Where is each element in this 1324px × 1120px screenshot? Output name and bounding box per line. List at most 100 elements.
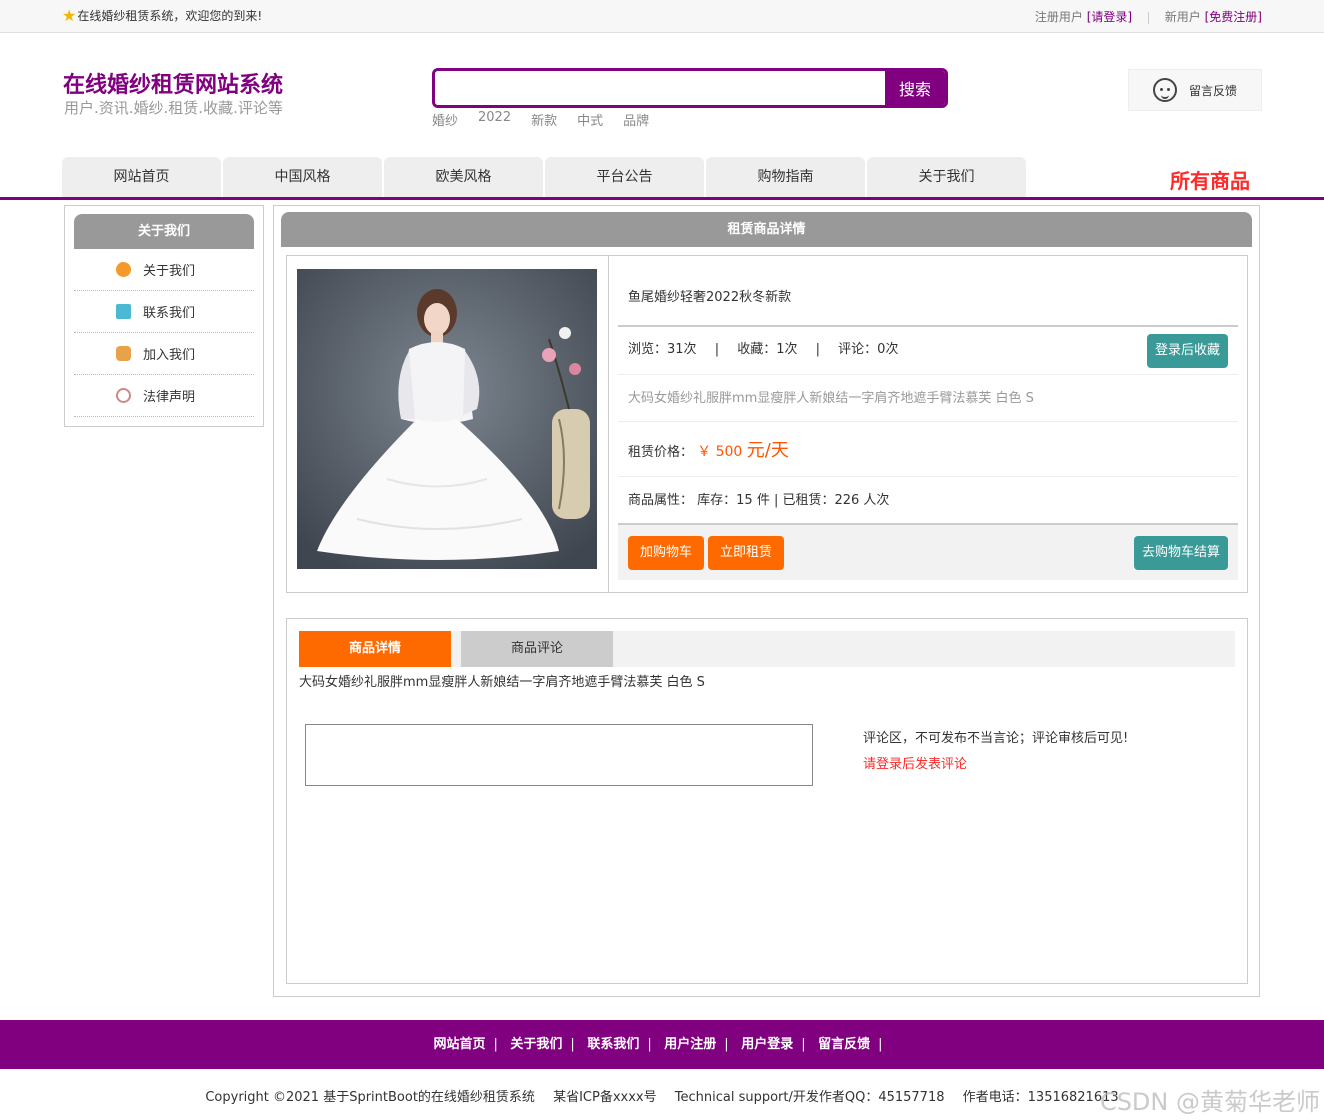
hot-keyword[interactable]: 中式 <box>577 110 603 129</box>
footer-separator: | <box>493 1037 498 1052</box>
sidebar-item-label: 法律声明 <box>143 390 196 405</box>
nav-item-about-us[interactable]: 关于我们 <box>867 157 1026 197</box>
top-bar: ★ 在线婚纱租赁系统，欢迎您的到来! 注册用户 [请登录] 新用户 [免费注册] <box>0 0 1324 33</box>
collect-button[interactable]: 登录后收藏 <box>1147 334 1228 368</box>
price-value: 500 <box>715 444 743 460</box>
price-unit: 元/天 <box>746 440 789 461</box>
feedback-label: 留言反馈 <box>1188 83 1237 98</box>
sidebar: 关于我们 关于我们 联系我们 加入我们 法律声明 <box>64 205 264 427</box>
new-user-label: 新用户 <box>1164 10 1201 24</box>
nav-item-western-style[interactable]: 欧美风格 <box>384 157 543 197</box>
footer-separator: | <box>570 1037 575 1052</box>
search-bar: 搜索 <box>432 68 948 108</box>
product-description: 大码女婚纱礼服胖mm显瘦胖人新娘结一字肩齐地遮手臂法慕芙 白色 S <box>628 391 1034 406</box>
hot-keyword[interactable]: 新款 <box>531 110 557 129</box>
product-stats-row: 浏览：31次 | 收藏：1次 | 评论：0次 登录后收藏 <box>618 327 1238 375</box>
power-icon <box>116 388 131 403</box>
info-icon <box>116 262 131 277</box>
detail-tabs-panel: 商品详情 商品评论 大码女婚纱礼服胖mm显瘦胖人新娘结一字肩齐地遮手臂法慕芙 白… <box>286 618 1248 984</box>
customer-service-icon <box>1152 78 1177 102</box>
sidebar-item-join[interactable]: 加入我们 <box>74 333 254 375</box>
hot-keyword[interactable]: 2022 <box>478 110 511 129</box>
footer-separator: | <box>647 1037 652 1052</box>
search-input[interactable] <box>435 71 885 105</box>
support-info: Technical support/开发作者QQ：45157718 <box>674 1090 945 1105</box>
login-link[interactable]: [请登录] <box>1087 10 1132 24</box>
comment-count: 评论：0次 <box>838 342 899 357</box>
hot-keyword[interactable]: 婚纱 <box>432 110 458 129</box>
main-nav: 网站首页 中国风格 欧美风格 平台公告 购物指南 关于我们 所有商品 <box>0 157 1324 200</box>
section-title: 租赁商品详情 <box>281 212 1252 247</box>
product-info: 鱼尾婚纱轻奢2022秋冬新款 浏览：31次 | 收藏：1次 | 评论：0次 登录… <box>618 256 1238 580</box>
stat-separator: | <box>714 342 720 357</box>
footer-link-about[interactable]: 关于我们 <box>510 1037 562 1052</box>
attribute-label: 商品属性： <box>628 493 694 508</box>
footer-separator: | <box>801 1037 806 1052</box>
comment-input[interactable] <box>305 724 813 786</box>
main-content: 租赁商品详情 鱼尾婚纱轻奢2022秋冬新款 浏览：31次 | 收藏：1次 | 评… <box>273 205 1260 997</box>
hot-keyword[interactable]: 品牌 <box>623 110 649 129</box>
lock-icon <box>116 346 131 361</box>
all-products-link[interactable]: 所有商品 <box>1170 165 1250 194</box>
comment-notice: 评论区，不可发布不当言论；评论审核后可见! <box>863 731 1129 746</box>
nav-item-shopping-guide[interactable]: 购物指南 <box>706 157 865 197</box>
price-label: 租赁价格： <box>628 445 694 460</box>
rent-now-button[interactable]: 立即租赁 <box>708 536 784 570</box>
welcome-message: ★ 在线婚纱租赁系统，欢迎您的到来! <box>62 7 262 24</box>
product-name: 鱼尾婚纱轻奢2022秋冬新款 <box>628 290 792 305</box>
search-button[interactable]: 搜索 <box>885 71 945 105</box>
checkout-button[interactable]: 去购物车结算 <box>1134 536 1228 570</box>
stat-separator: | <box>815 342 821 357</box>
footer-link-register[interactable]: 用户注册 <box>664 1037 716 1052</box>
sidebar-item-contact[interactable]: 联系我们 <box>74 291 254 333</box>
view-count: 浏览：31次 <box>628 342 697 357</box>
price-row: 租赁价格： ￥ 500 元/天 <box>618 422 1238 477</box>
nav-item-chinese-style[interactable]: 中国风格 <box>223 157 382 197</box>
sidebar-item-about[interactable]: 关于我们 <box>74 249 254 291</box>
footer-separator: | <box>724 1037 729 1052</box>
nav-item-home[interactable]: 网站首页 <box>62 157 221 197</box>
hot-keywords: 婚纱 2022 新款 中式 品牌 <box>432 110 649 129</box>
footer-link-feedback[interactable]: 留言反馈 <box>818 1037 870 1052</box>
registered-user-label: 注册用户 <box>1034 10 1083 24</box>
welcome-text: 在线婚纱租赁系统，欢迎您的到来! <box>77 9 263 23</box>
sidebar-item-label: 联系我们 <box>143 306 196 321</box>
user-links: 注册用户 [请登录] 新用户 [免费注册] <box>1035 8 1262 25</box>
tab-bar: 商品详情 商品评论 <box>299 631 1235 667</box>
price: ￥ 500 元/天 <box>697 440 789 461</box>
sidebar-title: 关于我们 <box>74 214 254 249</box>
watermark: CSDN @黄菊华老师 <box>1099 1088 1320 1116</box>
sidebar-item-legal[interactable]: 法律声明 <box>74 375 254 417</box>
header: 在线婚纱租赁网站系统 用户.资讯.婚纱.租赁.收藏.评论等 搜索 婚纱 2022… <box>0 33 1324 157</box>
divider <box>1147 11 1149 24</box>
price-symbol: ￥ <box>697 444 712 460</box>
footer-nav: 网站首页 | 关于我们 | 联系我们 | 用户注册 | 用户登录 | 留言反馈 | <box>0 1020 1324 1069</box>
feedback-button[interactable]: 留言反馈 <box>1128 69 1262 111</box>
tab-product-comments[interactable]: 商品评论 <box>461 631 613 667</box>
add-to-cart-button[interactable]: 加购物车 <box>628 536 704 570</box>
action-bar: 加购物车 立即租赁 去购物车结算 <box>618 525 1238 580</box>
tab-product-detail[interactable]: 商品详情 <box>299 631 451 667</box>
footer-link-login[interactable]: 用户登录 <box>741 1037 793 1052</box>
clipboard-icon <box>116 304 131 319</box>
product-image <box>297 269 597 569</box>
detail-text: 大码女婚纱礼服胖mm显瘦胖人新娘结一字肩齐地遮手臂法慕芙 白色 S <box>299 675 705 690</box>
star-icon: ★ <box>62 5 77 25</box>
favorite-count: 收藏：1次 <box>737 342 798 357</box>
register-link[interactable]: [免费注册] <box>1205 10 1262 24</box>
product-panel: 鱼尾婚纱轻奢2022秋冬新款 浏览：31次 | 收藏：1次 | 评论：0次 登录… <box>286 255 1248 593</box>
footer-separator: | <box>878 1037 883 1052</box>
site-subtitle: 用户.资讯.婚纱.租赁.收藏.评论等 <box>64 99 283 117</box>
sidebar-item-label: 加入我们 <box>143 348 196 363</box>
login-to-comment-link[interactable]: 请登录后发表评论 <box>863 753 967 772</box>
vertical-divider <box>608 256 609 592</box>
site-title[interactable]: 在线婚纱租赁网站系统 <box>63 67 283 99</box>
attribute-value: 库存：15 件 | 已租赁：226 人次 <box>697 493 890 508</box>
nav-item-announcements[interactable]: 平台公告 <box>545 157 704 197</box>
icp-number: 某省ICP备xxxx号 <box>553 1090 657 1105</box>
sidebar-item-label: 关于我们 <box>143 264 196 279</box>
attribute-row: 商品属性： 库存：15 件 | 已租赁：226 人次 <box>618 477 1238 525</box>
footer-link-home[interactable]: 网站首页 <box>433 1037 485 1052</box>
phone-info: 作者电话：13516821613 <box>962 1090 1119 1105</box>
footer-link-contact[interactable]: 联系我们 <box>587 1037 639 1052</box>
